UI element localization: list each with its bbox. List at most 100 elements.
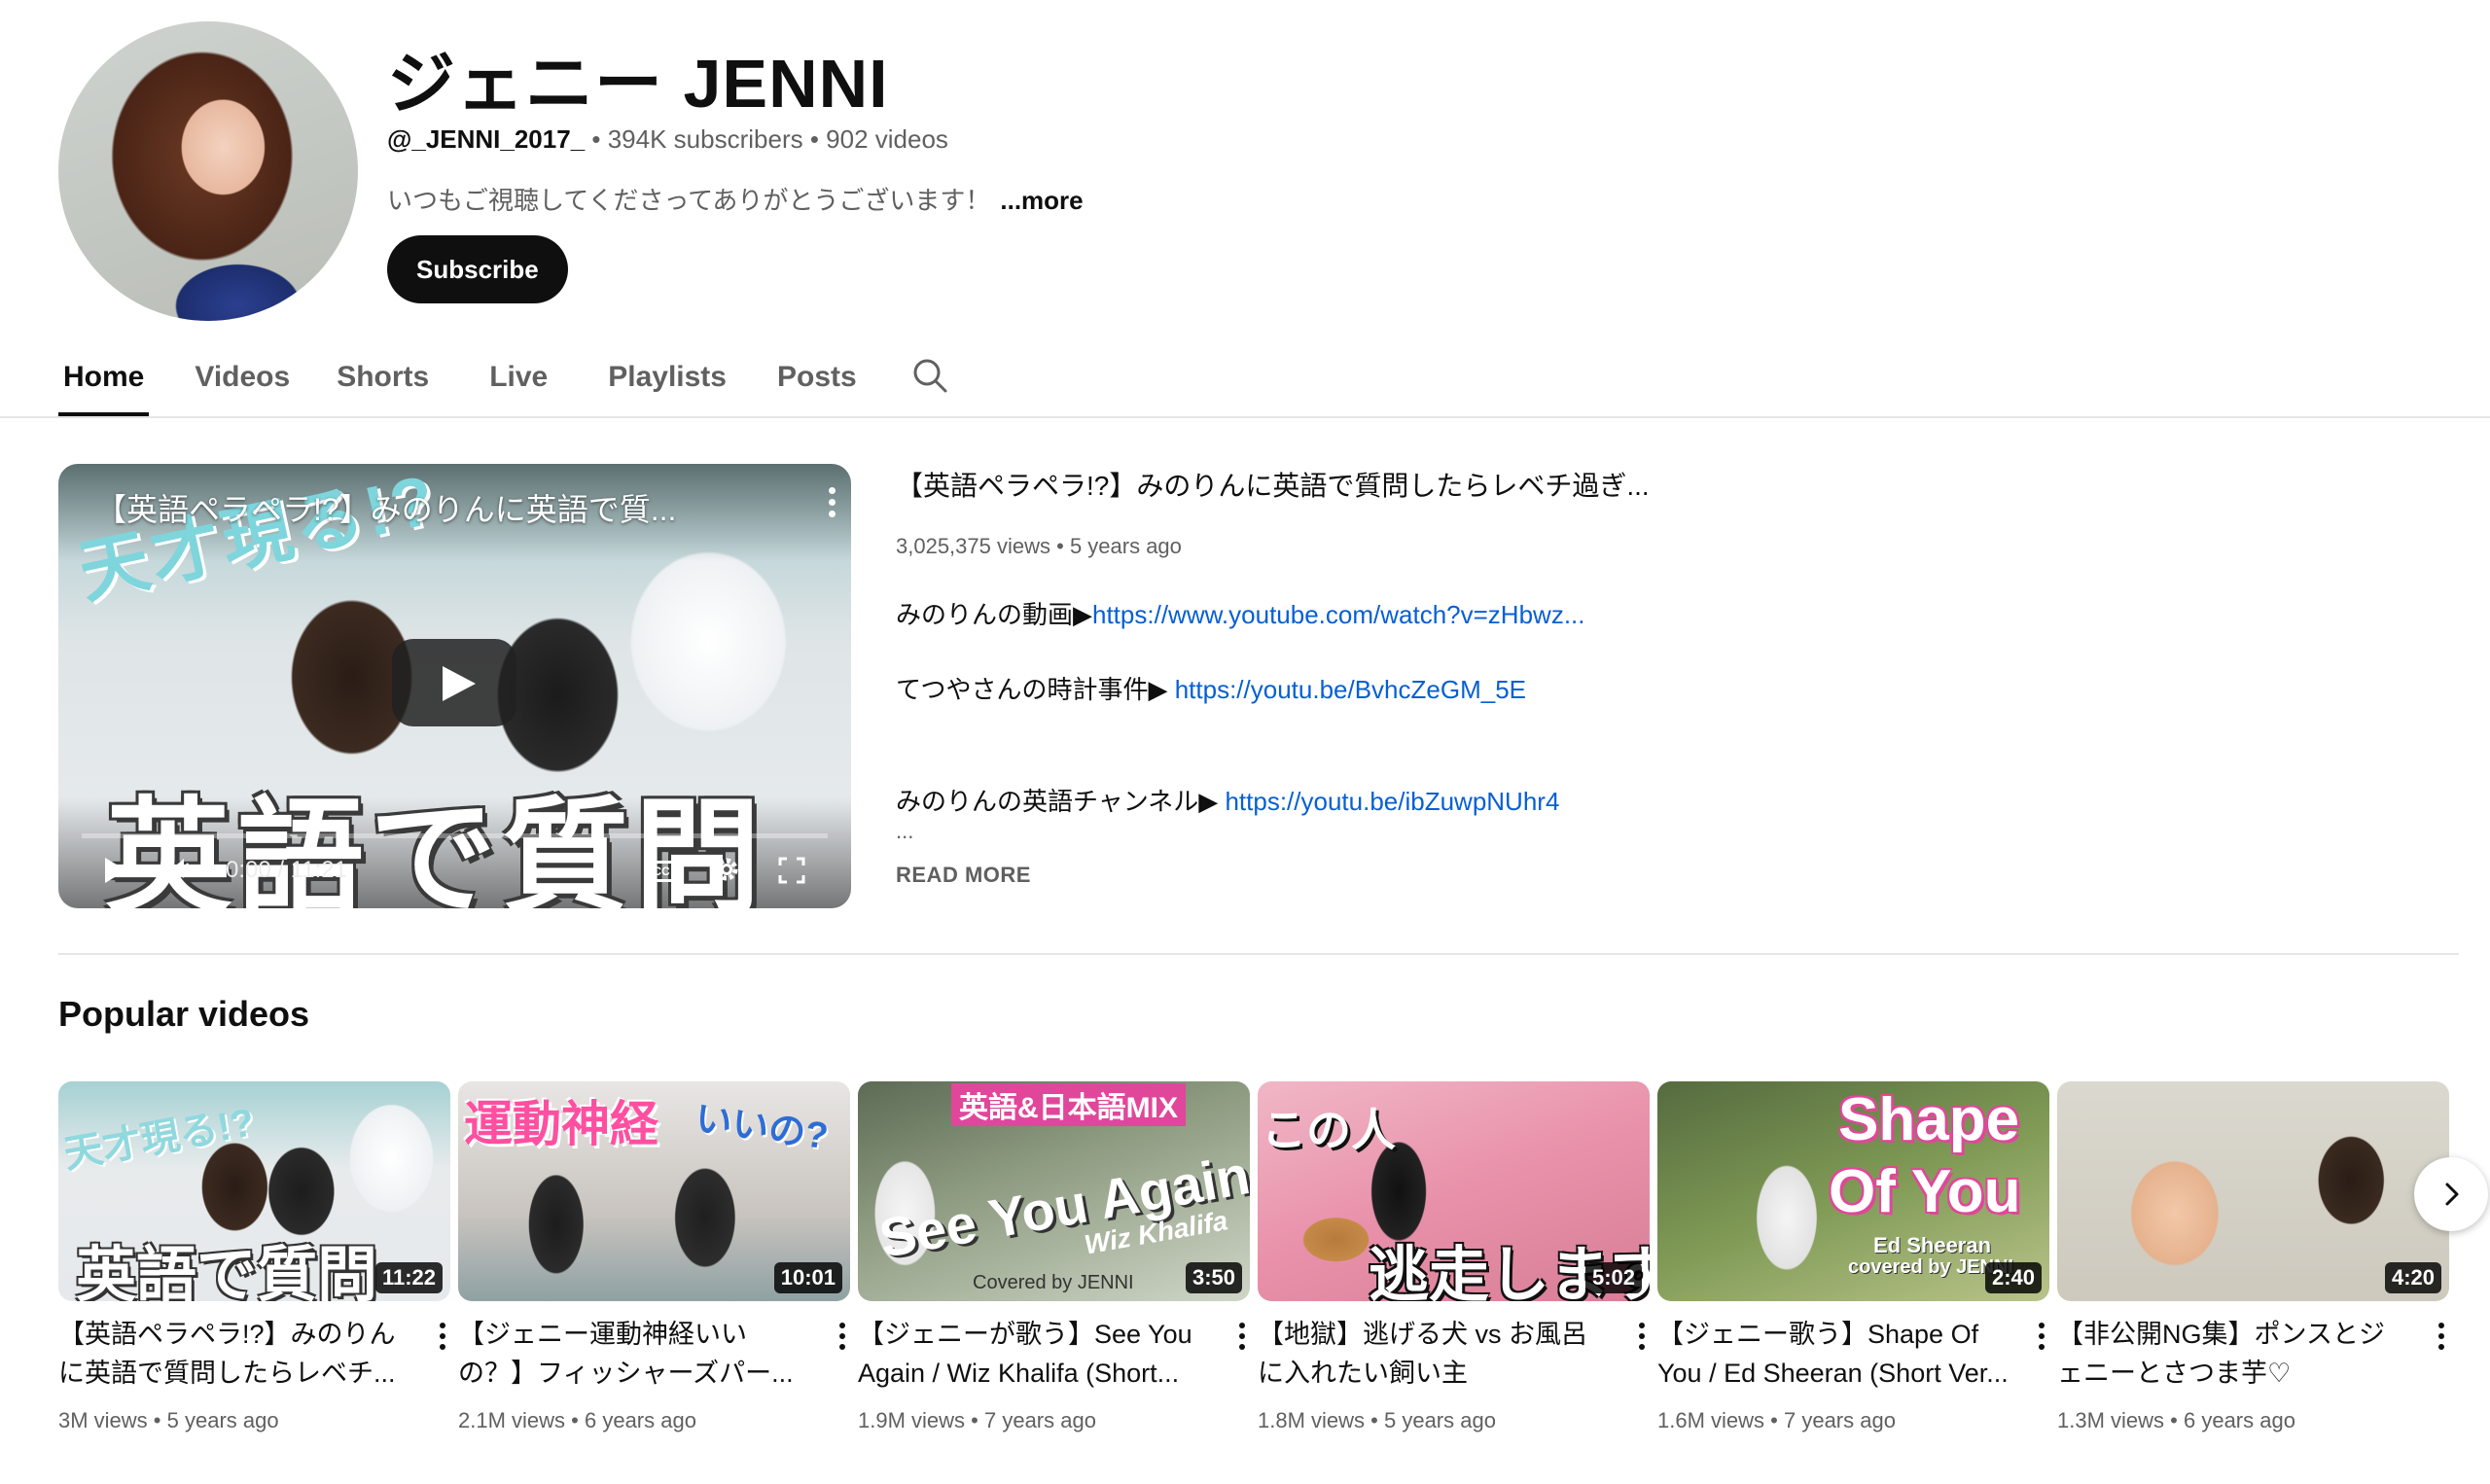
video-age: 5 years ago [166,1408,279,1432]
video-meta: 1.9M views • 7 years ago [858,1408,1096,1433]
video-thumbnail[interactable]: Shape Of You Ed Sheeran covered by JENNI… [1657,1081,2049,1301]
carousel-next-button[interactable] [2414,1157,2488,1231]
player-play-icon[interactable] [105,858,126,883]
meta-separator: • [585,124,608,154]
video-title[interactable]: 【非公開NG集】ポンスとジ ェニーとさつま芋♡ [2057,1315,2407,1393]
video-duration: 10:01 [773,1262,842,1293]
video-card[interactable]: この人 逃走します 5:02 【地獄】逃げる犬 vs お風呂 に入れたい飼い主 1… [1258,1081,1650,1432]
settings-gear-icon[interactable] [712,855,741,884]
thumbnail-caption: Covered by JENNI [973,1272,1134,1293]
video-more-icon[interactable] [2437,1323,2446,1358]
video-duration: 5:02 [1584,1262,1642,1293]
video-views: 3M views [58,1408,148,1432]
tab-shorts[interactable]: Shorts [332,338,434,416]
channel-name: ジェニー JENNI [387,46,889,122]
video-age: 6 years ago [2183,1408,2295,1432]
meta-separator: • [802,124,827,154]
video-title-line: に入れたい飼い主 [1258,1359,1468,1388]
meta-separator: • [147,1408,167,1432]
video-views: 1.6M views [1657,1408,1765,1432]
thumbnail-caption: Shape [1838,1086,2020,1153]
video-views: 1.9M views [858,1408,966,1432]
search-icon[interactable] [910,356,949,395]
video-card[interactable]: 天才現る!? 英語で質問 11:22 【英語ペラペラ!?】みのりん に英語で質問し… [58,1081,450,1432]
video-thumbnail[interactable]: 天才現る!? 英語で質問 11:22 [58,1081,450,1301]
video-more-icon[interactable] [438,1323,447,1358]
video-title[interactable]: 【ジェニーが歌う】See You Again / Wiz Khalifa (Sho… [858,1315,1208,1393]
video-duration: 3:50 [1185,1262,1242,1293]
video-title[interactable]: 【地獄】逃げる犬 vs お風呂 に入れたい飼い主 [1258,1315,1608,1393]
tab-live[interactable]: Live [484,338,552,416]
video-title-line: ェニーとさつま芋♡ [2057,1359,2292,1388]
description-link[interactable]: https://www.youtube.com/watch?v=zHbwz... [1092,600,1585,629]
video-card[interactable]: 4:20 【非公開NG集】ポンスとジ ェニーとさつま芋♡ 1.3M views •… [2057,1081,2449,1432]
description-more-link[interactable]: ...more [1000,186,1083,215]
video-title[interactable]: 【ジェニー運動神経いい の？】フィッシャーズパー... [458,1315,808,1393]
channel-tabs: Home Videos Shorts Live Playlists Posts [58,338,862,416]
progress-bar[interactable] [82,833,828,838]
meta-separator: • [965,1408,984,1432]
thumbnail-caption: See You Again [874,1144,1250,1269]
thumbnail-caption: Ed Sheeran [1873,1233,1992,1257]
video-more-icon[interactable] [1637,1323,1647,1358]
video-card[interactable]: 運動神経 いいの? 10:01 【ジェニー運動神経いい の？】フィッシャーズパー.… [458,1081,850,1432]
description-link[interactable]: https://youtu.be/BvhcZeGM_5E [1175,675,1526,704]
video-duration: 4:20 [2384,1262,2441,1293]
tab-playlists[interactable]: Playlists [603,338,731,416]
thumbnail-caption: 運動神経 [464,1097,658,1151]
video-views: 1.8M views [1258,1408,1366,1432]
thumbnail-caption: いいの? [693,1098,831,1158]
video-title-line: 【英語ペラペラ!?】みのりん [58,1320,396,1349]
volume-icon[interactable] [169,856,195,881]
description-text: てつやさんの時計事件▶ [896,675,1175,704]
video-thumbnail[interactable]: 運動神経 いいの? 10:01 [458,1081,850,1301]
tab-home[interactable]: Home [58,338,150,416]
player-video-title[interactable]: 【英語ペラペラ!?】みのりんに英語で質... [95,485,676,530]
read-more-button[interactable]: READ MORE [896,863,1031,888]
video-card[interactable]: Shape Of You Ed Sheeran covered by JENNI… [1657,1081,2049,1432]
video-views: 1.3M views [2057,1408,2165,1432]
subscribe-button[interactable]: Subscribe [387,235,568,303]
description-link[interactable]: https://youtu.be/ibZuwpNUhr4 [1225,787,1559,816]
captions-icon[interactable]: CC [646,861,677,882]
meta-separator: • [2164,1408,2184,1432]
tab-videos[interactable]: Videos [190,338,295,416]
channel-handle: @_JENNI_2017_ [387,124,586,154]
video-title-line: You / Ed Sheeran (Short Ver... [1657,1359,2008,1388]
tab-posts[interactable]: Posts [772,338,862,416]
video-thumbnail[interactable]: 英語&日本語MIX See You Again Wiz Khalifa Cove… [858,1081,1250,1301]
video-thumbnail[interactable]: 4:20 [2057,1081,2449,1301]
video-title-line: の？】フィッシャーズパー... [458,1359,794,1388]
channel-description-text: いつもご視聴してくださってありがとうございます！ [387,186,991,215]
video-age: 5 years ago [1383,1408,1496,1432]
video-title-line: 【ジェニーが歌う】See You [858,1320,1192,1349]
video-title[interactable]: 【英語ペラペラ!?】みのりん に英語で質問したらレベチ... [58,1315,409,1393]
video-meta: 3M views • 5 years ago [58,1408,279,1433]
channel-description[interactable]: いつもご視聴してくださってありがとうございます！ ...more [387,181,1084,217]
video-age: 7 years ago [1783,1408,1896,1432]
subscriber-count: 394K subscribers [607,124,803,154]
video-card[interactable]: 英語&日本語MIX See You Again Wiz Khalifa Cove… [858,1081,1250,1432]
video-views: 2.1M views [458,1408,566,1432]
video-thumbnail[interactable]: この人 逃走します 5:02 [1258,1081,1650,1301]
fullscreen-icon[interactable] [778,857,805,884]
chevron-right-icon [2445,1183,2459,1206]
meta-separator: • [1365,1408,1384,1432]
featured-video-player[interactable]: 天才現る!? 【英語ペラペラ!?】みのりんに英語で質... 英語で質問 0:00… [58,464,851,908]
video-more-icon[interactable] [837,1323,847,1358]
featured-video-title[interactable]: 【英語ペラペラ!?】みのりんに英語で質問したらレベチ過ぎ... [896,465,1650,504]
video-title[interactable]: 【ジェニー歌う】Shape Of You / Ed Sheeran (Short … [1657,1315,2008,1393]
description-text: みのりんの英語チャンネル▶ [896,787,1226,816]
description-ellipsis: ... [896,819,914,843]
play-button[interactable] [392,639,516,726]
channel-meta: @_JENNI_2017_ • 394K subscribers • 902 v… [387,124,948,155]
video-more-icon[interactable] [2037,1323,2046,1358]
meta-separator: • [1764,1408,1784,1432]
video-more-icon[interactable] [1237,1323,1247,1358]
popular-videos-heading: Popular videos [58,994,310,1034]
player-more-icon[interactable] [827,487,836,526]
channel-avatar[interactable] [58,21,358,321]
video-meta: 2.1M views • 6 years ago [458,1408,696,1433]
description-text: みのりんの動画▶ [896,600,1092,629]
thumbnail-caption: 英語&日本語MIX [951,1083,1186,1126]
